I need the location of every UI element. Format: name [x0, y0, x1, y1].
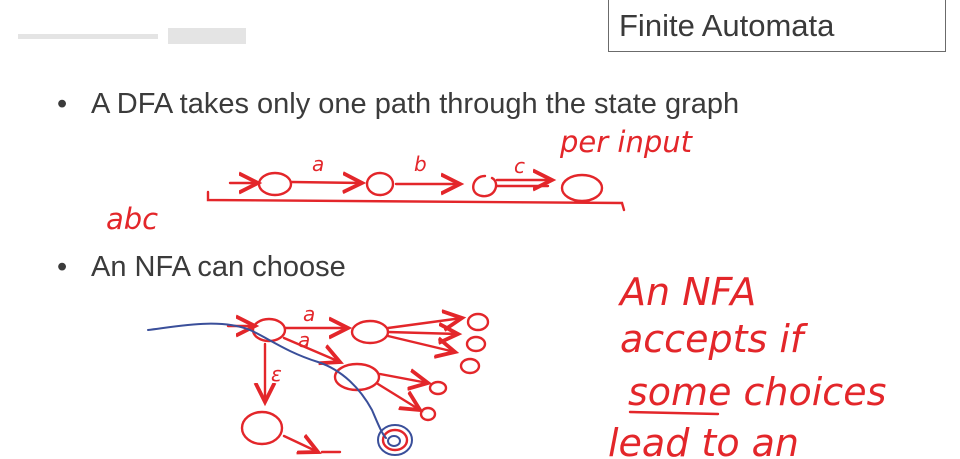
dfa-edge-a: [290, 182, 362, 183]
note-line-1: An NFA: [617, 270, 756, 314]
dfa-state-2: [365, 171, 395, 197]
ink-annotations: a b c per input abc a a ε An NFA accepts…: [106, 125, 886, 459]
note-line-4: lead to an: [608, 421, 799, 459]
per-input-note: per input: [559, 125, 694, 159]
nfa-state-3: [333, 362, 381, 392]
nfa-state-2: [350, 319, 390, 345]
nfa-state-4: [240, 410, 284, 446]
dfa-diagram: [206, 171, 626, 212]
nfa-label-a2: a: [298, 328, 310, 352]
dfa-label-b: b: [414, 152, 427, 176]
dfa-state-3: [472, 174, 498, 198]
dfa-label-a: a: [312, 152, 324, 176]
dfa-state-4: [560, 173, 604, 203]
dfa-label-c: c: [514, 154, 525, 178]
nfa-label-epsilon: ε: [271, 362, 282, 386]
nfa-accept-state: [381, 428, 409, 452]
nfa-diagram: [226, 314, 490, 452]
abc-note: abc: [106, 202, 158, 236]
nfa-edge-a-2: [282, 336, 340, 362]
slide: Finite Automata • A DFA takes only one pa…: [0, 0, 960, 459]
nfa-state-1: [251, 317, 287, 343]
note-line-2: accepts if: [620, 317, 809, 361]
note-line-3: some choices: [628, 370, 886, 414]
nfa-label-a1: a: [303, 302, 315, 326]
dfa-state-1: [257, 171, 293, 197]
